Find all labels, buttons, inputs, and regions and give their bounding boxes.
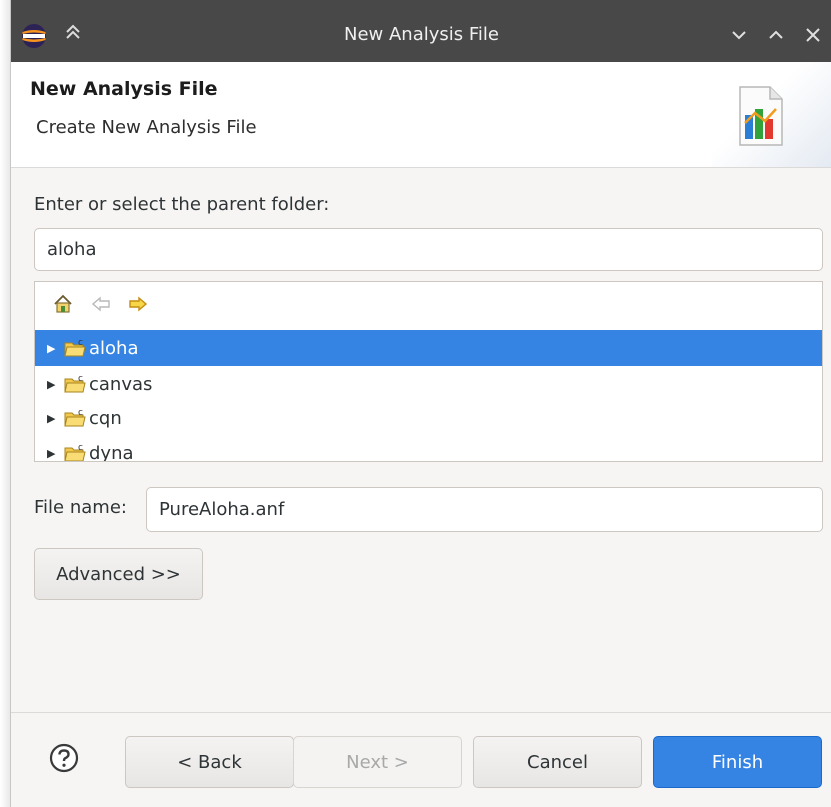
file-name-input[interactable]: PureAloha.anf: [146, 487, 823, 532]
tree-item-cqn[interactable]: ▶ c cqn: [35, 400, 822, 436]
wizard-banner: New Analysis File Create New Analysis Fi…: [11, 62, 831, 168]
parent-folder-input[interactable]: aloha: [34, 228, 823, 271]
close-icon[interactable]: [800, 22, 826, 48]
parent-folder-label: Enter or select the parent folder:: [34, 194, 330, 215]
dialog-window: New Analysis File New Analysis File Crea…: [10, 0, 831, 807]
tree-item-label: dyna: [89, 442, 134, 462]
minimize-icon[interactable]: [726, 22, 752, 48]
svg-text:c: c: [78, 443, 83, 453]
expand-arrow-icon[interactable]: ▶: [47, 378, 61, 391]
project-folder-icon: c: [64, 443, 86, 461]
tree-item-label: canvas: [89, 373, 153, 395]
next-button[interactable]: Next >: [293, 736, 462, 788]
back-arrow-icon[interactable]: [90, 293, 112, 315]
help-icon[interactable]: [48, 742, 80, 774]
expand-arrow-icon[interactable]: ▶: [47, 342, 61, 355]
background-edge: [0, 0, 10, 807]
svg-text:c: c: [78, 338, 83, 348]
project-folder-icon: c: [64, 408, 86, 427]
back-button[interactable]: < Back: [125, 736, 294, 788]
home-icon[interactable]: [52, 293, 74, 315]
tree-toolbar: [35, 282, 822, 328]
svg-text:c: c: [78, 408, 83, 418]
tree-item-label: aloha: [89, 337, 139, 359]
window-title: New Analysis File: [344, 24, 499, 45]
wizard-heading: New Analysis File: [30, 78, 218, 100]
tree-item-label: cqn: [89, 407, 122, 429]
folder-tree[interactable]: ▶ c aloha ▶ c canvas ▶ c cqn ▶ c dyna: [34, 281, 823, 462]
file-name-label: File name:: [34, 497, 127, 518]
expand-arrow-icon[interactable]: ▶: [47, 412, 61, 425]
maximize-icon[interactable]: [763, 22, 789, 48]
expand-arrow-icon[interactable]: ▶: [47, 447, 61, 460]
project-folder-icon: c: [64, 374, 86, 393]
forward-arrow-icon[interactable]: [127, 293, 149, 315]
project-folder-icon: c: [64, 338, 86, 357]
wizard-description: Create New Analysis File: [36, 117, 257, 138]
advanced-button[interactable]: Advanced >>: [34, 548, 203, 600]
svg-text:c: c: [78, 374, 83, 384]
tree-item-canvas[interactable]: ▶ c canvas: [35, 366, 822, 402]
finish-button[interactable]: Finish: [653, 736, 822, 788]
tree-item-aloha[interactable]: ▶ c aloha: [35, 330, 822, 366]
tree-item-dyna[interactable]: ▶ c dyna: [35, 435, 822, 462]
analysis-wizard-icon: [739, 86, 783, 146]
footer-separator: [11, 712, 831, 713]
cancel-button[interactable]: Cancel: [473, 736, 642, 788]
title-bar[interactable]: New Analysis File: [11, 0, 831, 62]
